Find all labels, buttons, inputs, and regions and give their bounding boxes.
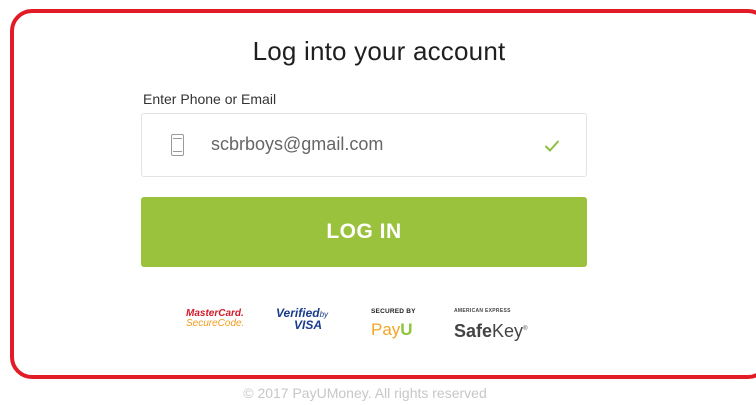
highlight-outline xyxy=(10,9,756,379)
login-page: Log into your account Enter Phone or Ema… xyxy=(0,0,756,405)
copyright-footer: © 2017 PayUMoney. All rights reserved xyxy=(243,385,487,401)
